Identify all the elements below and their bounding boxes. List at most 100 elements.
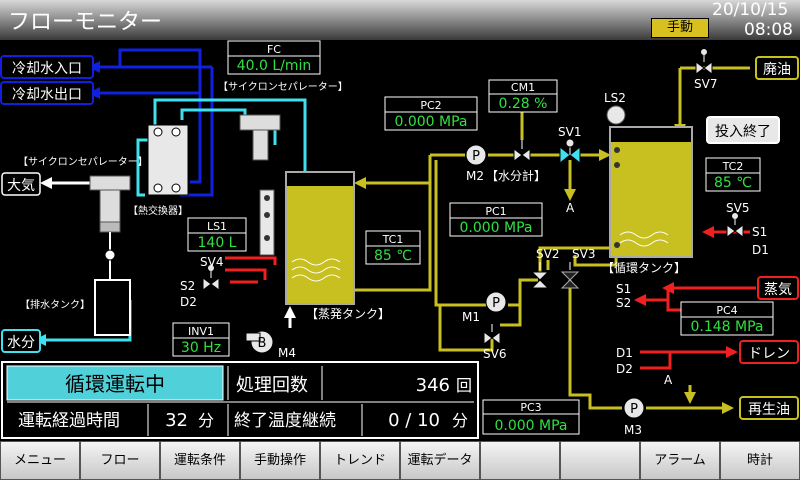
pc1-value: 0.000 MPa: [459, 220, 532, 236]
temp-value: 0 / 10: [388, 410, 440, 431]
inv1-panel[interactable]: INV1 30 Hz: [172, 322, 230, 357]
nav-conditions-button[interactable]: 運転条件: [160, 441, 240, 480]
count-label: 処理回数: [236, 375, 308, 396]
ls2-tag: LS2: [604, 91, 626, 105]
temp-unit: 分: [452, 411, 468, 430]
waste-oil-text: 廃油: [763, 61, 791, 78]
cm1-tag: CM1: [511, 81, 535, 94]
flow-a-tag-2: A: [664, 373, 673, 387]
ls1-level-column: [259, 189, 275, 256]
pump-m3-letter: P: [630, 402, 638, 417]
steam-text: 蒸気: [764, 282, 792, 298]
status-panel: 循環運転中 処理回数 346 回 運転経過時間 32 分 終了温度継続 0 / …: [1, 361, 479, 439]
elapsed-value: 32: [165, 410, 188, 431]
nav-trend-button[interactable]: トレンド: [320, 441, 400, 480]
ls1-panel[interactable]: LS1 140 L: [187, 217, 247, 252]
elapsed-unit: 分: [198, 411, 214, 430]
heat-exchanger[interactable]: [147, 124, 189, 196]
sv4-s2-tag: S2: [180, 279, 195, 293]
nav-clock-button[interactable]: 時計: [720, 441, 800, 480]
steam-label: 蒸気: [757, 276, 799, 300]
drain-label: ドレン: [739, 340, 799, 364]
cooling-out-label: 冷却水出口: [0, 81, 94, 105]
cm1-value: 0.28 %: [499, 96, 548, 112]
state-text: 循環運転中: [65, 372, 165, 396]
pump-m1[interactable]: P: [485, 291, 507, 313]
input-end-button[interactable]: 投入終了: [706, 116, 780, 144]
m3-tag: M3: [624, 423, 642, 437]
pump-m2-letter: P: [472, 149, 480, 164]
drain-tank-caption: 【排水タンク】: [20, 298, 90, 311]
ls1-value: 140 L: [198, 235, 237, 251]
pc2-value: 0.000 MPa: [394, 114, 467, 130]
pc4-panel[interactable]: PC4 0.148 MPa: [680, 301, 774, 336]
tc1-panel[interactable]: TC1 85 ℃: [365, 230, 421, 265]
sv2-tag: SV2: [536, 247, 559, 261]
tc2-tag: TC2: [722, 160, 744, 173]
valve-cm1[interactable]: [513, 140, 531, 162]
temp-label: 終了温度継続: [234, 411, 336, 431]
sv5-d1-tag: D1: [752, 243, 769, 257]
heat-exchanger-caption: 【熱交換器】: [128, 204, 188, 217]
valve-sv7[interactable]: [695, 49, 713, 75]
pc2-tag: PC2: [420, 99, 441, 112]
sv1-tag: SV1: [558, 125, 581, 139]
flow-a-tag-1: A: [566, 201, 575, 215]
water-label: 水分: [1, 329, 41, 353]
pump-m2[interactable]: P: [465, 144, 487, 166]
cooling-in-text: 冷却水入口: [12, 61, 82, 77]
tc2-value: 85 ℃: [714, 175, 752, 191]
nav-blank-button-1[interactable]: [480, 441, 560, 480]
tc1-tag: TC1: [382, 233, 404, 246]
m4-tag: M4: [278, 346, 296, 360]
evap-tank-caption: 【蒸発タンク】: [306, 307, 390, 321]
cyclone-caption-left: 【サイクロンセパレーター】: [18, 156, 148, 168]
water-text: 水分: [7, 335, 35, 351]
sv5-tag: SV5: [726, 201, 749, 215]
pc1-panel[interactable]: PC1 0.000 MPa: [449, 202, 543, 237]
recycled-oil-text: 再生油: [748, 402, 790, 418]
elapsed-label: 運転経過時間: [18, 411, 120, 431]
valve-sv2[interactable]: [530, 262, 550, 289]
input-end-text: 投入終了: [715, 124, 771, 140]
atmosphere-text: 大気: [7, 178, 35, 194]
nav-alarm-button[interactable]: アラーム: [640, 441, 720, 480]
nav-menu-button[interactable]: メニュー: [0, 441, 80, 480]
pump-m3[interactable]: P: [623, 397, 645, 419]
fc-tag: FC: [267, 43, 281, 56]
pc2-panel[interactable]: PC2 0.000 MPa: [384, 96, 478, 131]
drain-tank[interactable]: [94, 232, 131, 336]
fc-panel[interactable]: FC 40.0 L/min: [227, 40, 321, 75]
sv4-d2-tag: D2: [180, 295, 197, 309]
circ-tank-caption: 【循環タンク】: [602, 261, 686, 275]
count-value: 346: [416, 375, 450, 396]
fc-value: 40.0 L/min: [237, 58, 312, 74]
nav-bar: メニュー フロー 運転条件 手動操作 トレンド 運転データ アラーム 時計: [0, 441, 800, 480]
atmosphere-label: 大気: [1, 172, 41, 196]
sv4-tag: SV4: [200, 255, 223, 269]
sv3-tag: SV3: [572, 247, 595, 261]
pump-m1-letter: P: [492, 296, 500, 311]
evaporation-tank[interactable]: [285, 171, 355, 305]
nav-manual-button[interactable]: 手動操作: [240, 441, 320, 480]
nav-data-button[interactable]: 運転データ: [400, 441, 480, 480]
cm1-panel[interactable]: CM1 0.28 %: [488, 79, 558, 113]
inv1-tag: INV1: [188, 325, 214, 338]
tc2-panel[interactable]: TC2 85 ℃: [705, 157, 761, 192]
pc3-panel[interactable]: PC3 0.000 MPa: [482, 399, 580, 435]
nav-flow-button[interactable]: フロー: [80, 441, 160, 480]
m1-tag: M1: [462, 310, 480, 324]
drain-text: ドレン: [748, 346, 790, 362]
cyclone-separator-left[interactable]: [89, 175, 131, 233]
water-meter-caption: 【水分計】: [486, 168, 546, 183]
inv1-value: 30 Hz: [181, 340, 221, 356]
nav-blank-button-2[interactable]: [560, 441, 640, 480]
tc1-value: 85 ℃: [374, 248, 412, 264]
cooling-out-text: 冷却水出口: [12, 87, 82, 103]
circulation-tank[interactable]: [606, 105, 693, 258]
sv6-tag: SV6: [483, 347, 506, 361]
cooling-in-label: 冷却水入口: [0, 55, 94, 79]
valve-sv1[interactable]: [559, 138, 581, 165]
sv7-tag: SV7: [694, 77, 717, 91]
blower-m4[interactable]: B: [245, 330, 274, 354]
